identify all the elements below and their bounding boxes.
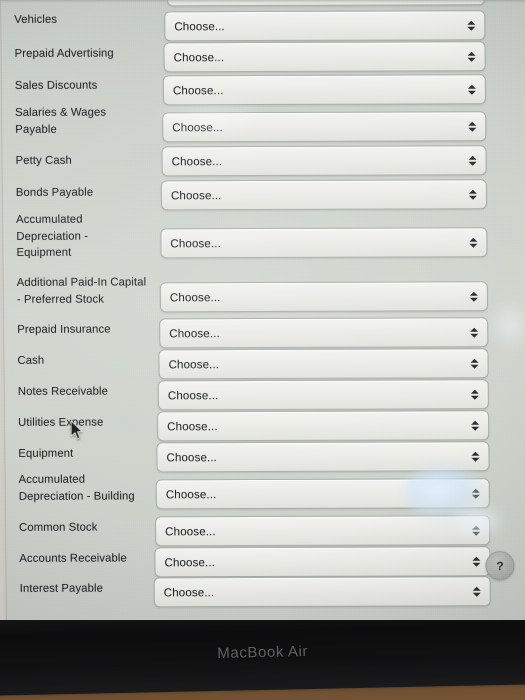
account-label: Prepaid Insurance (17, 323, 111, 336)
mouse-cursor-icon (71, 420, 83, 440)
chevron-updown-icon[interactable] (467, 49, 476, 64)
account-label: Accounts Receivable (19, 552, 127, 565)
account-label: Additional Paid-In Capital - Preferred S… (16, 276, 147, 306)
account-type-select[interactable]: Choose... (162, 111, 487, 143)
account-type-select[interactable]: Choose... (157, 379, 489, 411)
account-label: Common Stock (19, 521, 98, 534)
account-type-select[interactable]: Choose... (161, 145, 487, 177)
select-value-text: Choose... (164, 555, 216, 569)
account-label: Prepaid Advertising (14, 47, 114, 60)
chevron-updown-icon[interactable] (468, 153, 477, 168)
chevron-updown-icon[interactable] (467, 119, 476, 134)
account-type-select[interactable]: Choose... (153, 576, 491, 608)
account-type-select[interactable]: Choose... (154, 546, 491, 578)
account-label: Cash (17, 354, 45, 367)
account-label: Bonds Payable (15, 186, 94, 199)
select-value-text: Choose... (163, 585, 215, 599)
chevron-updown-icon[interactable] (466, 18, 475, 33)
account-type-select[interactable]: Choose... (156, 410, 490, 442)
select-value-text: Choose... (171, 154, 223, 168)
chevron-updown-icon[interactable] (468, 235, 477, 250)
account-label: Accumulated Depreciation - Building (18, 473, 135, 503)
account-label: Vehicles (14, 13, 58, 26)
account-label: Sales Discounts (14, 79, 98, 92)
chevron-updown-icon[interactable] (470, 449, 479, 464)
macbook-air-bezel-label: MacBook Air (217, 643, 309, 662)
account-classification-form: LandChoose...VehiclesChoose...Prepaid Ad… (0, 0, 516, 608)
account-label: Salaries & Wages Payable (15, 106, 107, 136)
chevron-updown-icon[interactable] (469, 325, 478, 340)
chevron-updown-icon[interactable] (470, 418, 479, 433)
help-button[interactable]: ? (485, 551, 515, 581)
chevron-updown-icon[interactable] (470, 387, 479, 402)
account-type-select[interactable]: Choose... (160, 179, 488, 211)
screen-content-surface: LandChoose...VehiclesChoose...Prepaid Ad… (0, 0, 525, 620)
select-value-text: Choose... (174, 19, 225, 33)
chevron-updown-icon[interactable] (471, 486, 480, 501)
account-type-select[interactable]: Choose... (162, 74, 487, 106)
account-type-select[interactable]: Choose... (164, 10, 486, 42)
account-label: Accumulated Depreciation - Equipment (16, 213, 89, 259)
select-value-text: Choose... (172, 120, 223, 134)
select-value-text: Choose... (169, 326, 220, 340)
laptop-photo: MacBook Air LandChoose...VehiclesChoose.… (0, 0, 525, 700)
select-value-text: Choose... (167, 388, 219, 402)
select-value-text: Choose... (170, 236, 221, 250)
select-value-text: Choose... (170, 188, 222, 202)
account-type-select[interactable]: Choose... (155, 478, 490, 510)
chevron-updown-icon[interactable] (471, 523, 480, 538)
account-label: Petty Cash (15, 154, 72, 167)
account-type-select[interactable]: Choose... (160, 227, 488, 259)
select-value-text: Choose... (169, 290, 221, 304)
select-value-text: Choose... (173, 50, 225, 64)
account-type-select[interactable]: Choose... (159, 317, 489, 349)
account-type-select[interactable]: Choose... (156, 441, 490, 473)
chevron-updown-icon[interactable] (471, 554, 480, 569)
account-type-select[interactable]: Choose... (154, 515, 491, 547)
chevron-updown-icon[interactable] (467, 82, 476, 97)
chevron-updown-icon[interactable] (469, 356, 479, 371)
select-value-text: Choose... (165, 524, 216, 538)
select-value-text: Choose... (166, 450, 218, 464)
account-type-select[interactable]: Choose... (159, 281, 489, 313)
account-label: Equipment (18, 447, 74, 460)
select-value-text: Choose... (168, 357, 220, 371)
chevron-updown-icon[interactable] (469, 289, 478, 304)
account-label: Notes Receivable (17, 385, 108, 398)
account-type-select[interactable]: Choose... (158, 348, 489, 380)
select-value-text: Choose... (167, 419, 218, 433)
laptop-screen: LandChoose...VehiclesChoose...Prepaid Ad… (0, 0, 525, 620)
account-label: Interest Payable (19, 582, 103, 595)
screen-top-crop-shadow (0, 0, 525, 3)
select-value-text: Choose... (165, 487, 217, 501)
account-type-select[interactable]: Choose... (163, 41, 486, 73)
select-value-text: Choose... (172, 83, 224, 97)
help-button-label: ? (496, 558, 504, 573)
chevron-updown-icon[interactable] (468, 187, 477, 202)
account-label: Utilities Expense (18, 416, 104, 429)
chevron-updown-icon[interactable] (472, 584, 481, 599)
